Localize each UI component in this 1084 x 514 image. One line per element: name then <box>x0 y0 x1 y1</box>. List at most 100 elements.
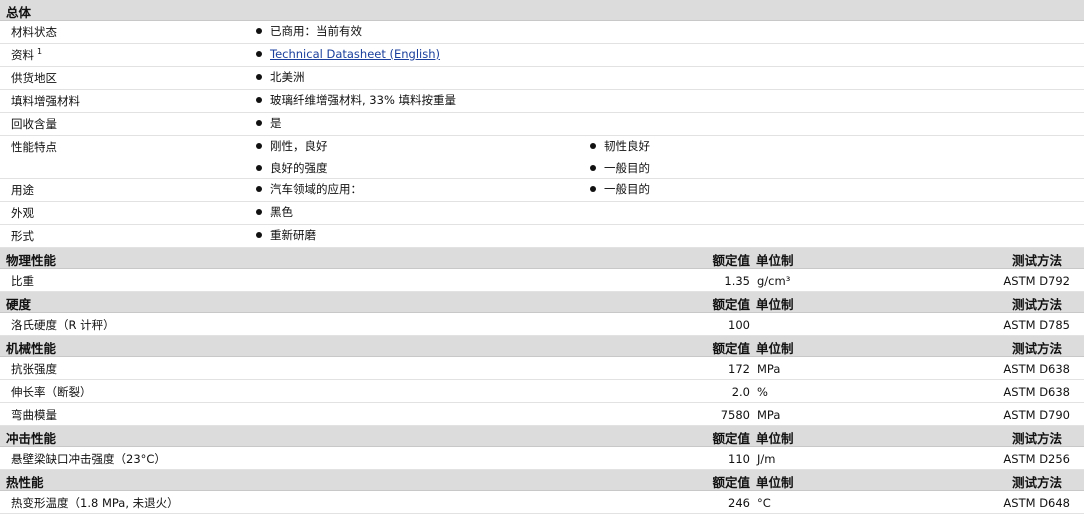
bullet-list: 重新研磨 <box>256 225 316 247</box>
property-row: 比重 1.35 g/cm³ ASTM D792 <box>0 269 1084 292</box>
row-label: 材料状态 <box>11 25 57 39</box>
row-label: 性能特点 <box>11 140 57 154</box>
row-features: 性能特点 刚性，良好 良好的强度 韧性良好 一般目的 <box>0 136 1084 179</box>
section-header-mechanical: 机械性能 额定值 单位制 测试方法 <box>0 336 1084 357</box>
bullet-icon <box>256 185 262 192</box>
test-method: ASTM D790 <box>1003 408 1070 422</box>
property-unit: MPa <box>757 408 781 422</box>
bullet-list: 已商用：当前有效 <box>256 21 362 43</box>
bullet-item: 良好的强度 <box>256 158 328 180</box>
row-label: 资料 1 <box>11 47 43 62</box>
property-row: 热变形温度（1.8 MPa, 未退火） 246 °C ASTM D648 <box>0 491 1084 514</box>
column-header-unit: 单位制 <box>756 297 794 312</box>
section-header-hardness: 硬度 额定值 单位制 测试方法 <box>0 292 1084 313</box>
property-value: 110 <box>728 452 750 466</box>
property-unit: MPa <box>757 362 781 376</box>
bullet-icon <box>590 164 596 171</box>
property-value: 7580 <box>720 408 750 422</box>
bullet-list: 是 <box>256 113 282 135</box>
section-title: 热性能 <box>6 475 44 490</box>
row-recycled: 回收含量 是 <box>0 113 1084 136</box>
property-label: 洛氏硬度（R 计秤） <box>11 318 115 332</box>
property-unit: % <box>757 385 768 399</box>
bullet-list: 汽车领域的应用： <box>256 179 362 201</box>
row-uses: 用途 汽车领域的应用： 一般目的 <box>0 179 1084 202</box>
bullet-list: 玻璃纤维增强材料, 33% 填料按重量 <box>256 90 456 112</box>
column-header-unit: 单位制 <box>756 253 794 268</box>
footnote-marker: 1 <box>37 47 43 57</box>
row-label: 回收含量 <box>11 117 57 131</box>
bullet-item: 是 <box>256 113 282 135</box>
property-row: 伸长率（断裂） 2.0 % ASTM D638 <box>0 380 1084 403</box>
bullet-item: 黑色 <box>256 202 293 224</box>
bullet-list: 北美洲 <box>256 67 305 89</box>
test-method: ASTM D256 <box>1003 452 1070 466</box>
column-header-unit: 单位制 <box>756 341 794 356</box>
row-region: 供货地区 北美洲 <box>0 67 1084 90</box>
property-value: 100 <box>728 318 750 332</box>
property-label: 抗张强度 <box>11 362 57 376</box>
property-unit: J/m <box>757 452 776 466</box>
property-row: 弯曲模量 7580 MPa ASTM D790 <box>0 403 1084 426</box>
bullet-icon <box>256 164 262 171</box>
row-label: 用途 <box>11 183 34 197</box>
bullet-list: 韧性良好 一般目的 <box>590 136 650 180</box>
bullet-icon <box>256 231 262 238</box>
bullet-item: 重新研磨 <box>256 225 316 247</box>
test-method: ASTM D638 <box>1003 362 1070 376</box>
property-value: 2.0 <box>731 385 750 399</box>
bullet-list: 黑色 <box>256 202 293 224</box>
property-label: 弯曲模量 <box>11 408 57 422</box>
bullet-icon <box>256 208 262 215</box>
row-docs: 资料 1 Technical Datasheet (English) <box>0 44 1084 67</box>
bullet-icon <box>590 185 596 192</box>
column-header-method: 测试方法 <box>1011 253 1062 268</box>
bullet-icon <box>590 142 596 149</box>
section-header-physical: 物理性能 额定值 单位制 测试方法 <box>0 248 1084 269</box>
row-label: 填料增强材料 <box>11 94 80 108</box>
row-status: 材料状态 已商用：当前有效 <box>0 21 1084 44</box>
property-value: 172 <box>728 362 750 376</box>
bullet-item: 汽车领域的应用： <box>256 179 362 201</box>
datasheet: 总体 材料状态 已商用：当前有效 资料 1 Technical Datasheet… <box>0 0 1084 514</box>
bullet-list: 一般目的 <box>590 179 650 201</box>
property-label: 比重 <box>11 274 34 288</box>
bullet-icon <box>256 96 262 103</box>
property-label: 伸长率（断裂） <box>11 385 92 399</box>
bullet-icon <box>256 119 262 126</box>
row-appearance: 外观 黑色 <box>0 202 1084 225</box>
column-header-value: 额定值 <box>712 475 750 490</box>
section-title: 物理性能 <box>6 253 57 268</box>
column-header-method: 测试方法 <box>1011 431 1062 446</box>
bullet-icon <box>256 27 262 34</box>
bullet-list: Technical Datasheet (English) <box>256 44 440 66</box>
section-title: 冲击性能 <box>6 431 57 446</box>
column-header-method: 测试方法 <box>1011 475 1062 490</box>
section-title: 硬度 <box>6 297 32 312</box>
bullet-icon <box>256 142 262 149</box>
row-label: 供货地区 <box>11 71 57 85</box>
row-filler: 填料增强材料 玻璃纤维增强材料, 33% 填料按重量 <box>0 90 1084 113</box>
bullet-item: 一般目的 <box>590 179 650 201</box>
property-unit: g/cm³ <box>757 274 791 288</box>
test-method: ASTM D638 <box>1003 385 1070 399</box>
section-title: 总体 <box>6 5 32 20</box>
row-label: 形式 <box>11 229 34 243</box>
property-label: 悬壁梁缺口冲击强度（23°C） <box>11 452 166 466</box>
column-header-unit: 单位制 <box>756 431 794 446</box>
bullet-icon <box>256 73 262 80</box>
bullet-item: 刚性，良好 <box>256 136 328 158</box>
property-row: 悬壁梁缺口冲击强度（23°C） 110 J/m ASTM D256 <box>0 447 1084 470</box>
section-title: 机械性能 <box>6 341 57 356</box>
test-method: ASTM D792 <box>1003 274 1070 288</box>
bullet-list: 刚性，良好 良好的强度 <box>256 136 328 180</box>
column-header-method: 测试方法 <box>1011 341 1062 356</box>
property-row: 洛氏硬度（R 计秤） 100 ASTM D785 <box>0 313 1084 336</box>
column-header-unit: 单位制 <box>756 475 794 490</box>
datasheet-link[interactable]: Technical Datasheet (English) <box>270 47 440 61</box>
property-value: 1.35 <box>724 274 750 288</box>
bullet-item: 玻璃纤维增强材料, 33% 填料按重量 <box>256 90 456 112</box>
property-label: 热变形温度（1.8 MPa, 未退火） <box>11 496 179 510</box>
bullet-item: 北美洲 <box>256 67 305 89</box>
column-header-value: 额定值 <box>712 341 750 356</box>
